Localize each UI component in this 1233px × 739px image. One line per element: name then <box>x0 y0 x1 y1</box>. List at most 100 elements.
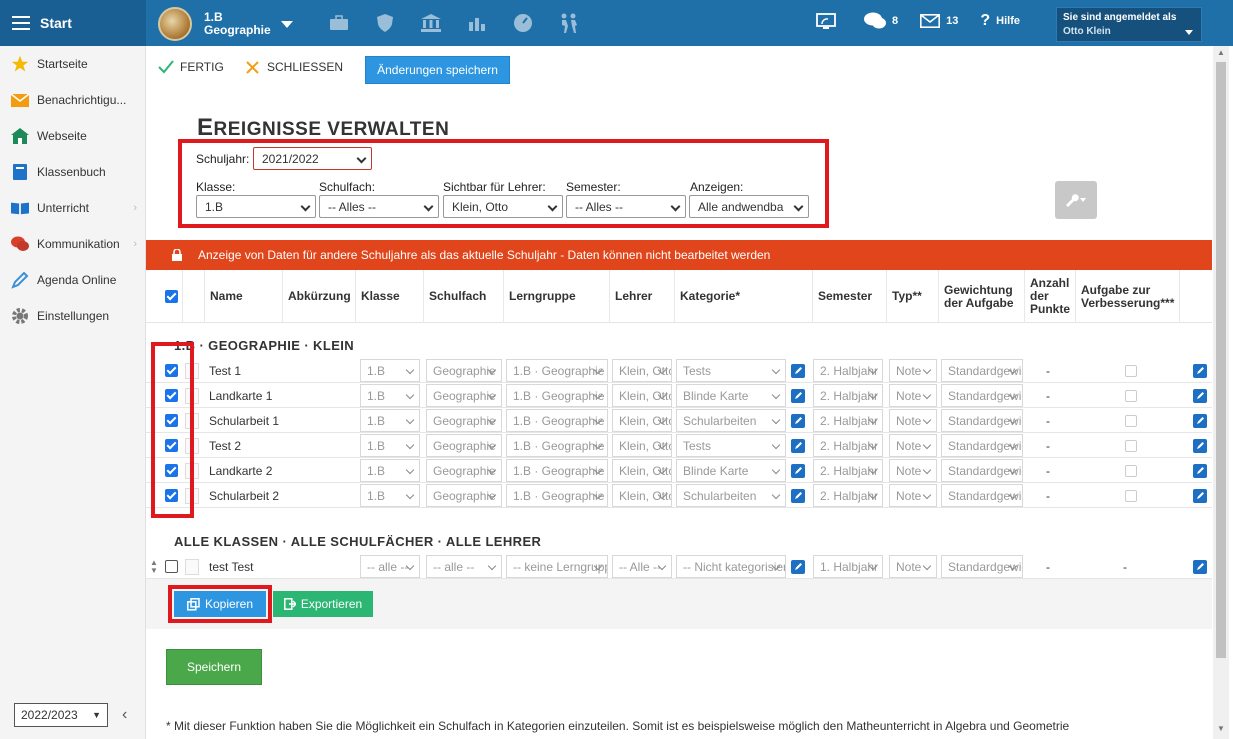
done-button[interactable]: FERTIG <box>158 60 224 74</box>
lerngruppe-select[interactable]: 1.B · Geographie <box>506 408 608 433</box>
gewichtung-select[interactable]: Standardgewicht <box>941 383 1023 408</box>
semester-select[interactable]: 1. Halbjahr <box>813 554 883 579</box>
aufgabe-checkbox[interactable] <box>1125 408 1139 433</box>
header-schulfach[interactable]: Schulfach <box>424 270 504 323</box>
edit-row-button[interactable] <box>1193 458 1209 483</box>
aufgabe-checkbox[interactable] <box>1125 483 1139 508</box>
kategorie-select[interactable]: Tests <box>676 358 786 383</box>
event-name[interactable]: Schularbeit 2 <box>209 483 285 508</box>
kategorie-select[interactable]: Schularbeiten <box>676 483 786 508</box>
klasse-select[interactable]: 1.B <box>360 458 422 483</box>
school-year-select[interactable]: 2022/2023 ▼ <box>14 703 108 727</box>
typ-select[interactable]: Note <box>889 408 937 433</box>
schuljahr-select[interactable]: 2021/2022 <box>253 147 372 170</box>
table-row[interactable]: Test 1 1.B Geographie 1.B · Geographie K… <box>146 358 1212 383</box>
header-semester[interactable]: Semester <box>813 270 887 323</box>
gewichtung-select[interactable]: Standardgewicht <box>941 433 1023 458</box>
semester-select[interactable]: 2. Halbjahr <box>813 408 883 433</box>
event-name[interactable]: Schularbeit 1 <box>209 408 285 433</box>
header-kategorie[interactable]: Kategorie* <box>675 270 813 323</box>
event-name[interactable]: Landkarte 1 <box>209 383 285 408</box>
klasse-select[interactable]: 1.B <box>196 195 316 218</box>
bar-chart-icon[interactable] <box>454 11 500 35</box>
sidebar-item-unterricht[interactable]: Unterricht › <box>0 190 145 226</box>
edit-kategorie-button[interactable] <box>791 458 807 483</box>
lehrer-select[interactable]: -- Alle -- <box>612 554 672 579</box>
gewichtung-select[interactable]: Standardgewicht <box>941 483 1023 508</box>
event-name[interactable]: Landkarte 2 <box>209 458 285 483</box>
edit-row-button[interactable] <box>1193 433 1209 458</box>
lerngruppe-select[interactable]: -- keine Lerngruppe -- <box>506 554 608 579</box>
header-aufgabe-verbesserung[interactable]: Aufgabe zur Verbesserung*** <box>1076 270 1180 323</box>
edit-row-button[interactable] <box>1193 383 1209 408</box>
semester-select[interactable]: 2. Halbjahr <box>813 483 883 508</box>
kategorie-select[interactable]: Schularbeiten <box>676 408 786 433</box>
edit-row-button[interactable] <box>1193 408 1209 433</box>
klasse-select[interactable]: 1.B <box>360 433 422 458</box>
collapse-sidebar-icon[interactable]: ‹ <box>122 706 127 724</box>
edit-kategorie-button[interactable] <box>791 433 807 458</box>
klasse-select[interactable]: 1.B <box>360 383 422 408</box>
kategorie-select[interactable]: -- Nicht kategorisiert -- <box>676 554 786 579</box>
schulfach-select[interactable]: Geographie <box>426 358 502 383</box>
typ-select[interactable]: Note <box>889 554 937 579</box>
klasse-select[interactable]: -- alle -- <box>360 554 422 579</box>
select-all-checkbox[interactable] <box>160 270 183 323</box>
typ-select[interactable]: Note <box>889 383 937 408</box>
bank-icon[interactable] <box>408 11 454 35</box>
header-abkuerzung[interactable]: Abkürzung <box>283 270 356 323</box>
semester-select[interactable]: 2. Halbjahr <box>813 383 883 408</box>
header-lehrer[interactable]: Lehrer <box>610 270 675 323</box>
lerngruppe-select[interactable]: 1.B · Geographie <box>506 458 608 483</box>
schulfach-select[interactable]: Geographie <box>426 458 502 483</box>
mail-button[interactable]: 13 <box>920 14 958 28</box>
help-button[interactable]: ? Hilfe <box>980 12 1020 30</box>
edit-kategorie-button[interactable] <box>791 554 807 579</box>
lerngruppe-select[interactable]: 1.B · Geographie <box>506 433 608 458</box>
klasse-select[interactable]: 1.B <box>360 408 422 433</box>
typ-select[interactable]: Note <box>889 458 937 483</box>
close-button[interactable]: SCHLIESSEN <box>246 60 343 74</box>
schulfach-select[interactable]: Geographie <box>426 408 502 433</box>
sidebar-item-webseite[interactable]: Webseite <box>0 118 145 154</box>
edit-kategorie-button[interactable] <box>791 358 807 383</box>
lehrer-select[interactable]: Klein, Otto <box>612 483 672 508</box>
table-row[interactable]: ▲ ▼ test Test -- alle -- -- alle -- -- ke… <box>146 554 1212 579</box>
sidebar-item-klassenbuch[interactable]: Klassenbuch <box>0 154 145 190</box>
aufgabe-checkbox[interactable] <box>1125 383 1139 408</box>
kategorie-select[interactable]: Tests <box>676 433 786 458</box>
scrollbar-thumb[interactable] <box>1216 62 1226 658</box>
vertical-scrollbar[interactable]: ▲ ▼ <box>1213 46 1229 739</box>
gauge-icon[interactable] <box>500 11 546 35</box>
class-selector[interactable]: 1.B Geographie <box>158 7 293 41</box>
semester-select[interactable]: -- Alles -- <box>566 195 686 218</box>
event-name[interactable]: Test 1 <box>209 358 285 383</box>
event-name[interactable]: test Test <box>209 554 285 579</box>
aufgabe-checkbox[interactable] <box>1125 358 1139 383</box>
header-anzahl-punkte[interactable]: Anzahl der Punkte <box>1025 270 1076 323</box>
typ-select[interactable]: Note <box>889 483 937 508</box>
lerngruppe-select[interactable]: 1.B · Geographie <box>506 483 608 508</box>
schulfach-select[interactable]: Geographie <box>426 433 502 458</box>
header-lerngruppe[interactable]: Lerngruppe <box>504 270 610 323</box>
save-changes-button[interactable]: Änderungen speichern <box>365 56 510 84</box>
gewichtung-select[interactable]: Standardgewicht <box>941 458 1023 483</box>
settings-dropdown-button[interactable] <box>1055 181 1097 219</box>
row-checkbox[interactable] <box>165 554 179 579</box>
schulfach-select[interactable]: -- Alles -- <box>319 195 439 218</box>
header-name[interactable]: Name <box>205 270 283 323</box>
klasse-select[interactable]: 1.B <box>360 358 422 383</box>
schulfach-select[interactable]: Geographie <box>426 383 502 408</box>
save-button[interactable]: Speichern <box>166 649 262 685</box>
edit-row-button[interactable] <box>1193 483 1209 508</box>
semester-select[interactable]: 2. Halbjahr <box>813 433 883 458</box>
sidebar-item-startseite[interactable]: Startseite <box>0 46 145 82</box>
table-row[interactable]: Test 2 1.B Geographie 1.B · Geographie K… <box>146 433 1212 458</box>
shield-icon[interactable] <box>362 11 408 35</box>
lehrer-select[interactable]: Klein, Otto <box>612 358 672 383</box>
export-button[interactable]: Exportieren <box>273 591 373 617</box>
edit-kategorie-button[interactable] <box>791 483 807 508</box>
klasse-select[interactable]: 1.B <box>360 483 422 508</box>
typ-select[interactable]: Note <box>889 433 937 458</box>
table-row[interactable]: Landkarte 1 1.B Geographie 1.B · Geograp… <box>146 383 1212 408</box>
